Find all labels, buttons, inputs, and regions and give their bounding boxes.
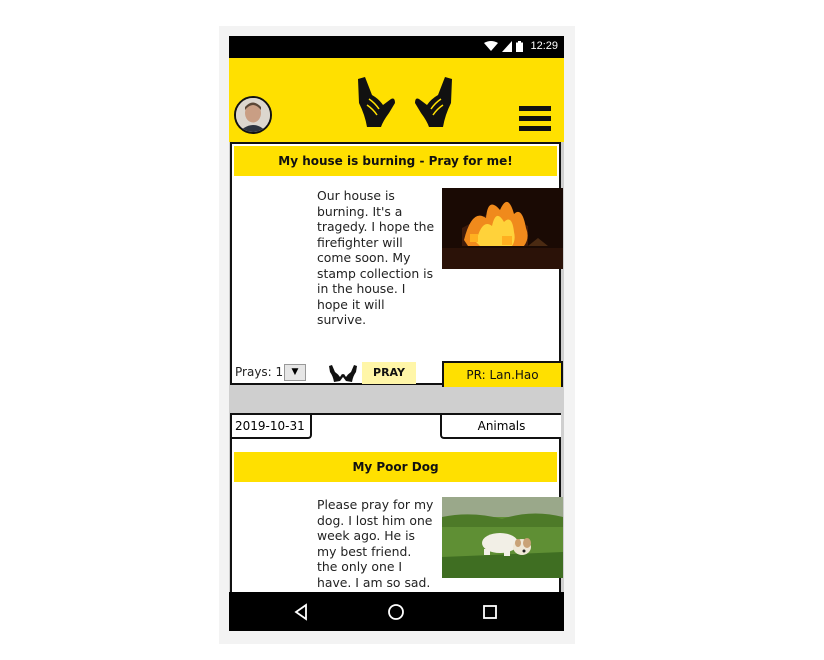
post-title: My house is burning - Pray for me! <box>234 146 557 176</box>
signal-icon <box>502 40 513 52</box>
recents-icon[interactable] <box>481 603 499 621</box>
post-body: Our house is burning. It's a tragedy. I … <box>317 188 435 327</box>
post-card: My house is burning - Pray for me! Our h… <box>230 142 563 387</box>
pray-button[interactable]: PRAY <box>362 362 416 384</box>
menu-bar <box>519 106 551 111</box>
prayer-feed[interactable]: My house is burning - Pray for me! Our h… <box>229 142 564 592</box>
prays-count: Prays: 1 <box>235 365 284 379</box>
status-icons: 12:29 <box>484 40 558 52</box>
phone-screen: 12:29 My house is burning - Pray for me!… <box>229 36 564 631</box>
home-icon[interactable] <box>387 603 405 621</box>
battery-icon <box>516 40 524 52</box>
app-header <box>229 58 564 142</box>
android-nav-bar <box>229 592 564 631</box>
status-bar: 12:29 <box>229 36 564 58</box>
praying-hands-logo <box>358 77 452 127</box>
avatar-portrait-icon <box>236 98 270 132</box>
post-image-burning-house[interactable] <box>442 188 563 269</box>
wifi-icon <box>484 40 499 51</box>
burning-house-image <box>442 188 563 269</box>
post-body: Please pray for my dog. I lost him one w… <box>317 497 434 590</box>
post-category[interactable]: Animals <box>440 415 561 439</box>
status-time: 12:29 <box>530 40 558 52</box>
menu-bar <box>519 126 551 131</box>
back-icon[interactable] <box>293 603 311 621</box>
prays-dropdown[interactable]: ▼ <box>284 364 306 381</box>
menu-bar <box>519 116 551 121</box>
post-image-puppy[interactable] <box>442 497 563 578</box>
post-title: My Poor Dog <box>234 452 557 482</box>
user-avatar[interactable] <box>234 96 272 134</box>
post-date: 2019-10-31 <box>232 415 312 439</box>
post-card: 2019-10-31 Animals My Poor Dog Please pr… <box>230 413 563 592</box>
pray-request-author: PR: Lan.Hao <box>442 361 563 387</box>
praying-hands-icon <box>329 365 357 382</box>
puppy-in-grass-image <box>442 497 563 578</box>
hamburger-menu-icon[interactable] <box>519 106 551 136</box>
